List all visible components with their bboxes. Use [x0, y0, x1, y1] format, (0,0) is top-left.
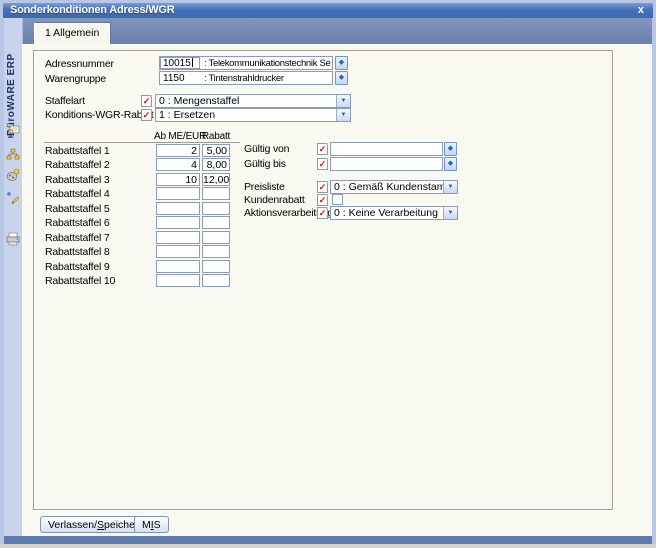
konditions-wgr-rabatt-value: 1 : Ersetzen	[159, 109, 215, 121]
desktop-edge	[0, 544, 656, 548]
rabattstaffel-row-label: Rabattstaffel 7	[45, 232, 110, 244]
tab-allgemein[interactable]: 1 Allgemein	[34, 23, 110, 44]
rabattstaffel-ab-field[interactable]	[156, 216, 200, 229]
column-divider	[44, 142, 240, 143]
warengruppe-label: Warengruppe	[45, 73, 106, 85]
gueltig-von-label: Gültig von	[244, 143, 289, 155]
warengruppe-field[interactable]: 1150 : Tintenstrahldrucker	[159, 71, 333, 85]
rabattstaffel-rabatt-field[interactable]	[202, 245, 230, 258]
kundenrabatt-checked-note-icon[interactable]: ✓	[317, 194, 328, 206]
rabattstaffel-row-label: Rabattstaffel 4	[45, 188, 110, 200]
rabattstaffel-row-label: Rabattstaffel 8	[45, 246, 110, 258]
window-bottom-frame	[4, 536, 652, 544]
rabattstaffel-rabatt-field[interactable]	[202, 274, 230, 287]
preisliste-dropdown[interactable]: 0 : Gemäß Kundenstamm ▼	[330, 180, 458, 194]
adressnummer-label: Adressnummer	[45, 58, 114, 70]
kundenrabatt-label: Kundenrabatt	[244, 194, 305, 206]
content-area: Adressnummer 10015 : Telekommunikationst…	[22, 44, 652, 536]
rabattstaffel-ab-field[interactable]	[156, 202, 200, 215]
gueltig-bis-field[interactable]	[330, 157, 443, 171]
dropdown-arrow-icon[interactable]: ▼	[443, 181, 457, 193]
rabattstaffel-row-label: Rabattstaffel 2	[45, 159, 110, 171]
button-label-part: M	[142, 519, 151, 531]
sidebar: BüroWARE ERP	[4, 18, 23, 536]
edit-pencil-icon[interactable]	[6, 190, 20, 204]
adressnummer-value: 10015	[163, 58, 191, 69]
kundenrabatt-checkbox[interactable]	[332, 194, 343, 205]
column-header-rabatt: Rabatt	[198, 131, 234, 142]
gueltig-bis-label: Gültig bis	[244, 158, 286, 170]
adressnummer-lookup-button[interactable]: ◆	[335, 56, 348, 70]
rabattstaffel-row-label: Rabattstaffel 9	[45, 261, 110, 273]
konditions-wgr-rabatt-label: Konditions-WGR-Rabatt	[45, 109, 153, 121]
staffelart-checked-note-icon[interactable]: ✓	[141, 95, 152, 107]
window-titlebar[interactable]: Sonderkonditionen Adress/WGR x	[3, 3, 653, 18]
rabattstaffel-ab-field[interactable]	[156, 187, 200, 200]
rabattstaffel-rabatt-field[interactable]	[202, 260, 230, 273]
adressnummer-description: : Telekommunikationstechnik Seip / Nürnb…	[204, 58, 331, 69]
gueltig-von-lookup-button[interactable]: ◆	[444, 142, 457, 156]
button-label-part: Verlassen/	[48, 519, 97, 531]
gueltig-von-checked-note-icon[interactable]: ✓	[317, 143, 328, 155]
rabattstaffel-row-label: Rabattstaffel 3	[45, 174, 110, 186]
sonderkonditionen-window: Sonderkonditionen Adress/WGR x 1 Allgeme…	[0, 0, 656, 548]
dropdown-arrow-icon[interactable]: ▼	[336, 109, 350, 121]
rabattstaffel-row-label: Rabattstaffel 1	[45, 145, 110, 157]
rabattstaffel-rabatt-field[interactable]	[202, 231, 230, 244]
printer-icon[interactable]	[6, 232, 20, 246]
dropdown-arrow-icon[interactable]: ▼	[443, 207, 457, 219]
konditions-checked-note-icon[interactable]: ✓	[141, 109, 152, 121]
adressnummer-code-input[interactable]: 10015	[160, 57, 200, 69]
column-header-ab-me-eur: Ab ME/EUR	[154, 131, 202, 142]
rabattstaffel-rabatt-field[interactable]: 8,00	[202, 158, 230, 171]
user-presentation-icon[interactable]	[6, 125, 20, 139]
gueltig-von-field[interactable]	[330, 142, 443, 156]
text-caret	[192, 58, 193, 67]
form-panel: Adressnummer 10015 : Telekommunikationst…	[33, 50, 613, 510]
rabattstaffel-rabatt-field[interactable]	[202, 202, 230, 215]
aktionsverarbeitung-dropdown[interactable]: 0 : Keine Verarbeitung ▼	[330, 206, 458, 220]
rabattstaffel-ab-field[interactable]	[156, 231, 200, 244]
warengruppe-lookup-button[interactable]: ◆	[335, 71, 348, 85]
close-icon[interactable]: x	[638, 3, 644, 18]
org-chart-icon[interactable]	[6, 148, 20, 162]
rabattstaffel-ab-field[interactable]: 4	[156, 158, 200, 171]
rabattstaffel-row-label: Rabattstaffel 6	[45, 217, 110, 229]
button-accesskey: S	[97, 519, 104, 531]
dropdown-arrow-icon[interactable]: ▼	[336, 95, 350, 107]
rabattstaffel-rabatt-field[interactable]	[202, 187, 230, 200]
staffelart-dropdown[interactable]: 0 : Mengenstaffel ▼	[155, 94, 351, 108]
palette-icon[interactable]	[6, 168, 20, 182]
rabattstaffel-ab-field[interactable]: 2	[156, 144, 200, 157]
aktionsverarbeitung-value: 0 : Keine Verarbeitung	[334, 207, 438, 219]
mis-button[interactable]: MIS	[134, 516, 169, 533]
rabattstaffel-ab-field[interactable]	[156, 274, 200, 287]
rabattstaffel-ab-field[interactable]: 10	[156, 173, 200, 186]
tab-strip: 1 Allgemein	[22, 18, 652, 44]
brand-vertical-label: BüroWARE ERP	[6, 26, 20, 136]
preisliste-value: 0 : Gemäß Kundenstamm	[334, 181, 454, 193]
warengruppe-value: 1150	[163, 73, 185, 84]
preisliste-checked-note-icon[interactable]: ✓	[317, 181, 328, 193]
gueltig-bis-checked-note-icon[interactable]: ✓	[317, 158, 328, 170]
aktionsverarbeitung-checked-note-icon[interactable]: ✓	[317, 207, 328, 219]
gueltig-bis-lookup-button[interactable]: ◆	[444, 157, 457, 171]
adressnummer-field[interactable]: 10015 : Telekommunikationstechnik Seip /…	[159, 56, 333, 70]
rabattstaffel-rabatt-field[interactable]: 12,00	[202, 173, 230, 186]
staffelart-value: 0 : Mengenstaffel	[159, 95, 239, 107]
button-label-part: S	[154, 519, 161, 531]
rabattstaffel-ab-field[interactable]	[156, 260, 200, 273]
rabattstaffel-row-label: Rabattstaffel 5	[45, 203, 110, 215]
rabattstaffel-rabatt-field[interactable]: 5,00	[202, 144, 230, 157]
rabattstaffel-ab-field[interactable]	[156, 245, 200, 258]
warengruppe-description: : Tintenstrahldrucker	[204, 73, 331, 84]
preisliste-label: Preisliste	[244, 181, 285, 193]
rabattstaffel-rabatt-field[interactable]	[202, 216, 230, 229]
window-title: Sonderkonditionen Adress/WGR	[10, 4, 175, 16]
konditions-wgr-rabatt-dropdown[interactable]: 1 : Ersetzen ▼	[155, 108, 351, 122]
rabattstaffel-row-label: Rabattstaffel 10	[45, 275, 115, 287]
staffelart-label: Staffelart	[45, 95, 85, 107]
